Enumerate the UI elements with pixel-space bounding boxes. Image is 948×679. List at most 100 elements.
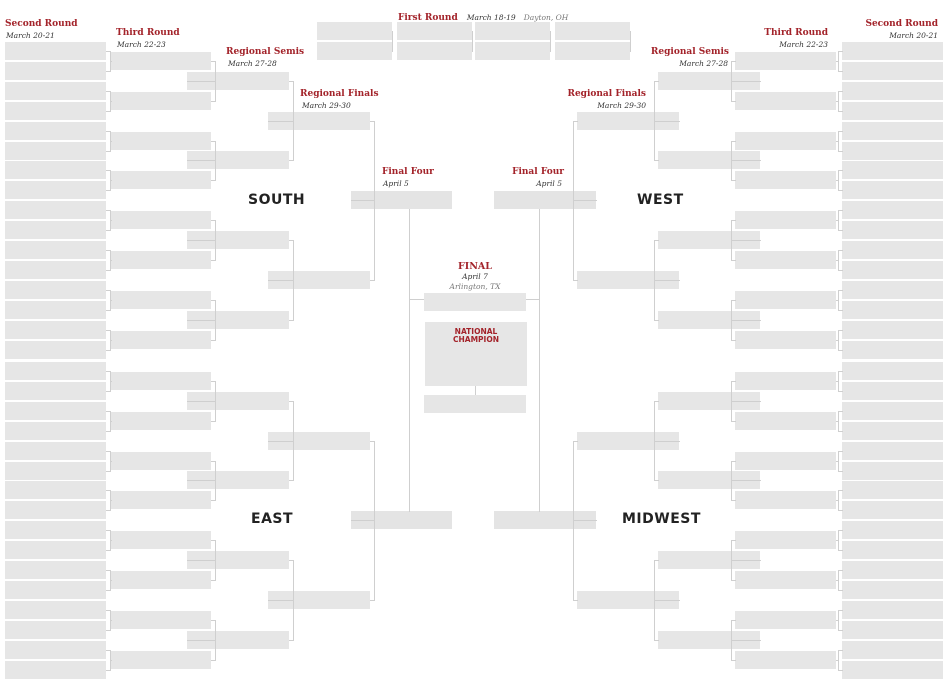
first-round-slot-3[interactable]: [397, 22, 472, 40]
east-second-round-slot-2[interactable]: [5, 382, 106, 400]
west-second-round-slot-10[interactable]: [842, 221, 943, 239]
south-third-round-slot-8[interactable]: [111, 331, 211, 349]
west-second-round-slot-5[interactable]: [842, 122, 943, 140]
midwest-third-round-slot-2[interactable]: [735, 412, 836, 430]
south-second-round-slot-7[interactable]: [5, 161, 106, 179]
first-round-slot-7[interactable]: [555, 22, 630, 40]
east-third-round-slot-1[interactable]: [111, 372, 211, 390]
first-round-slot-1[interactable]: [317, 22, 392, 40]
first-round-slot-2[interactable]: [317, 42, 392, 60]
east-second-round-slot-5[interactable]: [5, 442, 106, 460]
west-second-round-slot-2[interactable]: [842, 62, 943, 80]
runner-up-slot[interactable]: [424, 395, 526, 413]
east-third-round-slot-7[interactable]: [111, 611, 211, 629]
east-second-round-slot-12[interactable]: [5, 581, 106, 599]
east-second-round-slot-6[interactable]: [5, 462, 106, 480]
midwest-second-round-slot-8[interactable]: [842, 501, 943, 519]
midwest-second-round-slot-16[interactable]: [842, 661, 943, 679]
east-second-round-slot-16[interactable]: [5, 661, 106, 679]
midwest-third-round-slot-7[interactable]: [735, 611, 836, 629]
east-second-round-slot-7[interactable]: [5, 481, 106, 499]
west-second-round-slot-1[interactable]: [842, 42, 943, 60]
midwest-second-round-slot-5[interactable]: [842, 442, 943, 460]
midwest-third-round-slot-6[interactable]: [735, 571, 836, 589]
south-second-round-slot-9[interactable]: [5, 201, 106, 219]
west-third-round-slot-3[interactable]: [735, 132, 836, 150]
south-second-round-slot-12[interactable]: [5, 261, 106, 279]
west-third-round-slot-4[interactable]: [735, 171, 836, 189]
west-second-round-slot-6[interactable]: [842, 142, 943, 160]
south-third-round-slot-1[interactable]: [111, 52, 211, 70]
west-third-round-slot-5[interactable]: [735, 211, 836, 229]
east-second-round-slot-10[interactable]: [5, 541, 106, 559]
west-second-round-slot-4[interactable]: [842, 102, 943, 120]
midwest-second-round-slot-11[interactable]: [842, 561, 943, 579]
west-second-round-slot-12[interactable]: [842, 261, 943, 279]
south-third-round-slot-2[interactable]: [111, 92, 211, 110]
south-third-round-slot-3[interactable]: [111, 132, 211, 150]
midwest-second-round-slot-2[interactable]: [842, 382, 943, 400]
east-third-round-slot-3[interactable]: [111, 452, 211, 470]
south-second-round-slot-3[interactable]: [5, 82, 106, 100]
east-third-round-slot-2[interactable]: [111, 412, 211, 430]
west-second-round-slot-13[interactable]: [842, 281, 943, 299]
midwest-second-round-slot-9[interactable]: [842, 521, 943, 539]
west-third-round-slot-6[interactable]: [735, 251, 836, 269]
east-second-round-slot-9[interactable]: [5, 521, 106, 539]
midwest-third-round-slot-3[interactable]: [735, 452, 836, 470]
midwest-third-round-slot-5[interactable]: [735, 531, 836, 549]
west-second-round-slot-15[interactable]: [842, 321, 943, 339]
east-second-round-slot-13[interactable]: [5, 601, 106, 619]
midwest-third-round-slot-1[interactable]: [735, 372, 836, 390]
midwest-third-round-slot-8[interactable]: [735, 651, 836, 669]
midwest-second-round-slot-14[interactable]: [842, 621, 943, 639]
west-second-round-slot-14[interactable]: [842, 301, 943, 319]
midwest-second-round-slot-4[interactable]: [842, 422, 943, 440]
first-round-slot-8[interactable]: [555, 42, 630, 60]
east-second-round-slot-1[interactable]: [5, 362, 106, 380]
south-second-round-slot-15[interactable]: [5, 321, 106, 339]
midwest-second-round-slot-1[interactable]: [842, 362, 943, 380]
west-third-round-slot-2[interactable]: [735, 92, 836, 110]
south-third-round-slot-7[interactable]: [111, 291, 211, 309]
west-third-round-slot-8[interactable]: [735, 331, 836, 349]
east-third-round-slot-4[interactable]: [111, 491, 211, 509]
final-slot[interactable]: [424, 293, 526, 311]
east-second-round-slot-8[interactable]: [5, 501, 106, 519]
west-third-round-slot-7[interactable]: [735, 291, 836, 309]
midwest-second-round-slot-3[interactable]: [842, 402, 943, 420]
south-third-round-slot-4[interactable]: [111, 171, 211, 189]
west-second-round-slot-9[interactable]: [842, 201, 943, 219]
south-second-round-slot-16[interactable]: [5, 341, 106, 359]
west-second-round-slot-16[interactable]: [842, 341, 943, 359]
south-second-round-slot-4[interactable]: [5, 102, 106, 120]
west-second-round-slot-7[interactable]: [842, 161, 943, 179]
midwest-second-round-slot-7[interactable]: [842, 481, 943, 499]
east-second-round-slot-3[interactable]: [5, 402, 106, 420]
first-round-slot-5[interactable]: [475, 22, 550, 40]
south-third-round-slot-6[interactable]: [111, 251, 211, 269]
south-second-round-slot-2[interactable]: [5, 62, 106, 80]
south-second-round-slot-10[interactable]: [5, 221, 106, 239]
east-third-round-slot-5[interactable]: [111, 531, 211, 549]
south-second-round-slot-1[interactable]: [5, 42, 106, 60]
midwest-third-round-slot-4[interactable]: [735, 491, 836, 509]
south-second-round-slot-14[interactable]: [5, 301, 106, 319]
west-second-round-slot-3[interactable]: [842, 82, 943, 100]
east-second-round-slot-14[interactable]: [5, 621, 106, 639]
south-second-round-slot-13[interactable]: [5, 281, 106, 299]
midwest-second-round-slot-15[interactable]: [842, 641, 943, 659]
first-round-slot-4[interactable]: [397, 42, 472, 60]
first-round-slot-6[interactable]: [475, 42, 550, 60]
south-second-round-slot-6[interactable]: [5, 142, 106, 160]
south-second-round-slot-11[interactable]: [5, 241, 106, 259]
east-second-round-slot-11[interactable]: [5, 561, 106, 579]
south-third-round-slot-5[interactable]: [111, 211, 211, 229]
west-second-round-slot-11[interactable]: [842, 241, 943, 259]
south-second-round-slot-8[interactable]: [5, 181, 106, 199]
east-second-round-slot-4[interactable]: [5, 422, 106, 440]
west-third-round-slot-1[interactable]: [735, 52, 836, 70]
midwest-second-round-slot-6[interactable]: [842, 462, 943, 480]
west-second-round-slot-8[interactable]: [842, 181, 943, 199]
midwest-second-round-slot-12[interactable]: [842, 581, 943, 599]
